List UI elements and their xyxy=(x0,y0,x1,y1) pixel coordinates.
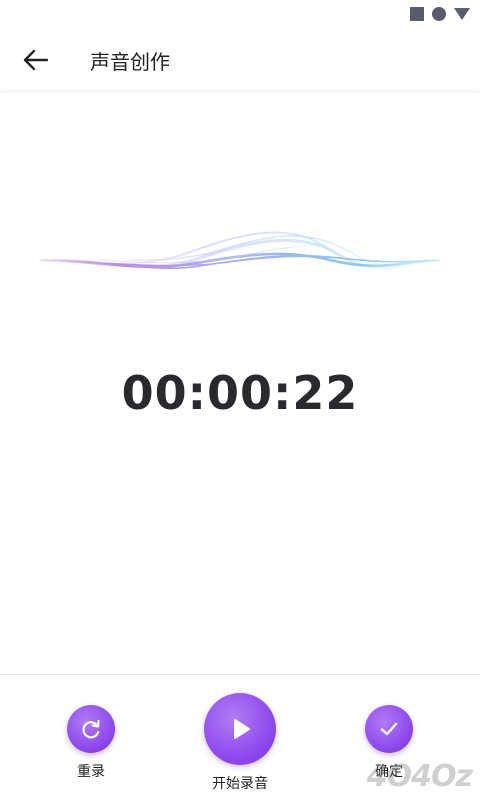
back-button[interactable] xyxy=(20,44,52,76)
refresh-icon xyxy=(82,719,100,739)
play-icon xyxy=(234,719,250,739)
check-icon xyxy=(380,722,398,736)
status-bar xyxy=(0,0,480,30)
triangle-icon xyxy=(454,8,470,20)
start-record-label: 开始录音 xyxy=(212,776,268,792)
arrow-left-icon xyxy=(23,49,49,71)
recording-timer: 00:00:22 xyxy=(121,366,359,420)
sound-wave-graphic xyxy=(39,231,441,270)
status-icons xyxy=(410,7,470,21)
watermark-logo: 4O4Oz xyxy=(366,759,473,794)
rerecord-label: 重录 xyxy=(77,764,105,780)
rerecord-control: 重录 xyxy=(66,705,116,781)
start-record-control: 开始录音 xyxy=(198,693,282,793)
start-record-button[interactable] xyxy=(204,693,276,765)
app-header: 声音创作 xyxy=(0,30,480,90)
square-icon xyxy=(410,7,424,21)
circle-icon xyxy=(432,7,446,21)
confirm-button[interactable] xyxy=(365,705,413,753)
rerecord-button[interactable] xyxy=(67,705,115,753)
page-title: 声音创作 xyxy=(90,50,170,74)
